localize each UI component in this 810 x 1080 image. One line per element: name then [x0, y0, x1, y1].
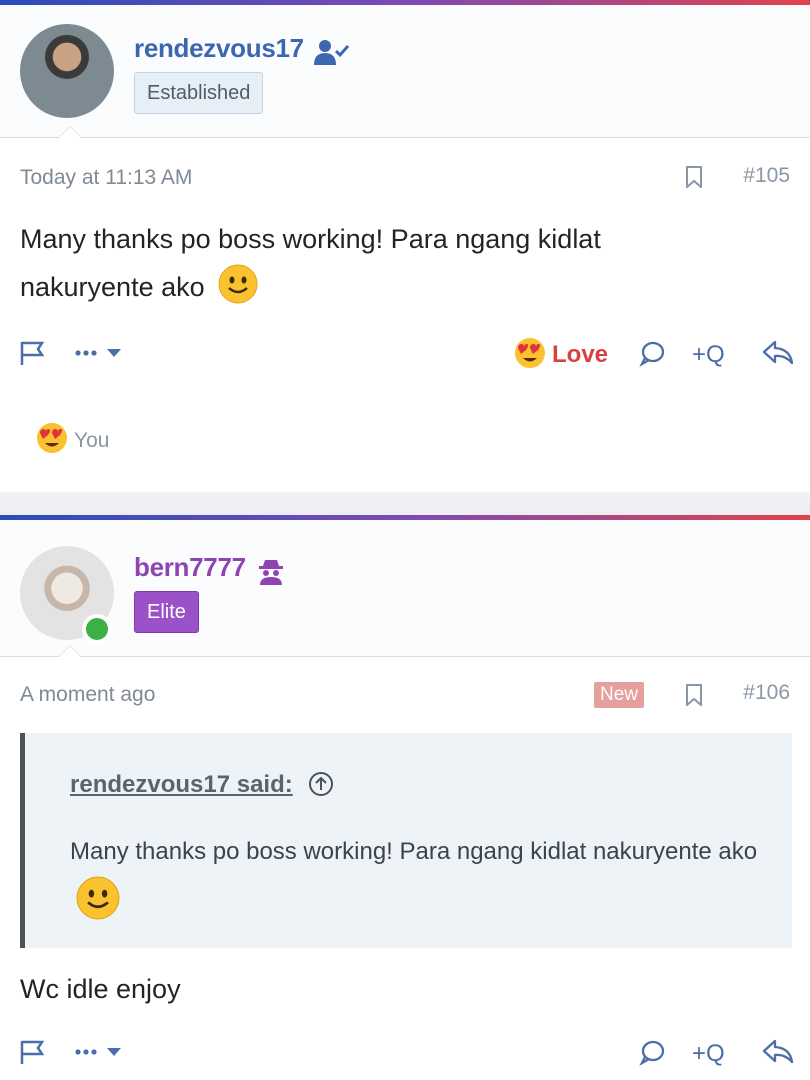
- post-105: rendezvous17 Established Today at 11:13 …: [0, 0, 810, 492]
- multi-quote-label: +Q: [692, 341, 725, 368]
- user-check-icon: [314, 38, 350, 71]
- more-options-button[interactable]: [74, 336, 124, 374]
- ellipsis-dropdown-icon: [74, 1042, 124, 1067]
- jump-to-quote-icon[interactable]: [308, 771, 334, 797]
- report-button[interactable]: [18, 336, 46, 374]
- post-106: bern7777 Elite A moment ago New #106 ren…: [0, 515, 810, 1080]
- reply-button[interactable]: [638, 1035, 666, 1073]
- post-message-text: Many thanks po boss working! Para ngang …: [20, 224, 601, 302]
- quote-text-content: Many thanks po boss working! Para ngang …: [70, 838, 758, 865]
- spy-icon: [258, 558, 284, 591]
- post-timestamp[interactable]: A moment ago: [20, 683, 155, 707]
- smile-emoji-icon: [218, 264, 258, 304]
- username-link[interactable]: rendezvous17: [134, 33, 304, 64]
- bookmark-icon[interactable]: [685, 684, 703, 708]
- quote-text: Many thanks po boss working! Para ngang …: [70, 828, 770, 925]
- more-options-button[interactable]: [74, 1035, 124, 1073]
- reactions-users: You: [74, 428, 110, 452]
- post-number-link[interactable]: #106: [743, 681, 790, 705]
- username-link[interactable]: bern7777: [134, 552, 246, 583]
- header-caret: [58, 645, 82, 657]
- new-post-badge: New: [594, 682, 645, 708]
- user-header: rendezvous17 Established: [0, 5, 810, 138]
- share-button[interactable]: [762, 1035, 794, 1073]
- user-header: bern7777 Elite: [0, 520, 810, 657]
- avatar[interactable]: [20, 24, 114, 118]
- flag-icon: [18, 339, 46, 372]
- reply-arrow-icon: [762, 339, 794, 372]
- love-reaction-button[interactable]: Love: [514, 336, 608, 374]
- user-title-badge: Elite: [134, 591, 199, 633]
- quote-author-link[interactable]: rendezvous17 said:: [70, 771, 293, 799]
- post-number-link[interactable]: #105: [743, 164, 790, 188]
- bookmark-icon[interactable]: [685, 166, 703, 190]
- share-button[interactable]: [762, 336, 794, 374]
- post-action-bar: Love +Q: [0, 336, 810, 376]
- flag-icon: [18, 1038, 46, 1071]
- ellipsis-dropdown-icon: [74, 343, 124, 368]
- love-reaction-label: Love: [552, 341, 609, 368]
- multi-quote-button[interactable]: +Q: [692, 1035, 725, 1073]
- reply-button[interactable]: [638, 336, 666, 374]
- speech-bubble-icon: [638, 339, 666, 372]
- reactions-summary[interactable]: You: [36, 422, 109, 459]
- post-separator: [0, 492, 810, 515]
- report-button[interactable]: [18, 1035, 46, 1073]
- post-action-bar: +Q: [0, 1035, 810, 1075]
- heart-eyes-emoji-icon: [514, 337, 546, 374]
- smile-emoji-icon: [76, 876, 120, 920]
- speech-bubble-icon: [638, 1038, 666, 1071]
- heart-eyes-emoji-icon: [36, 422, 68, 459]
- post-timestamp[interactable]: Today at 11:13 AM: [20, 166, 192, 190]
- online-status-indicator: [82, 614, 112, 644]
- multi-quote-button[interactable]: +Q: [692, 336, 725, 374]
- user-title-badge: Established: [134, 72, 264, 114]
- post-message: Wc idle enjoy: [20, 974, 181, 1004]
- reply-arrow-icon: [762, 1038, 794, 1071]
- header-caret: [58, 126, 82, 138]
- post-message: Many thanks po boss working! Para ngang …: [20, 215, 700, 311]
- quote-block: rendezvous17 said: Many thanks po boss w…: [20, 733, 792, 948]
- multi-quote-label: +Q: [692, 1040, 725, 1067]
